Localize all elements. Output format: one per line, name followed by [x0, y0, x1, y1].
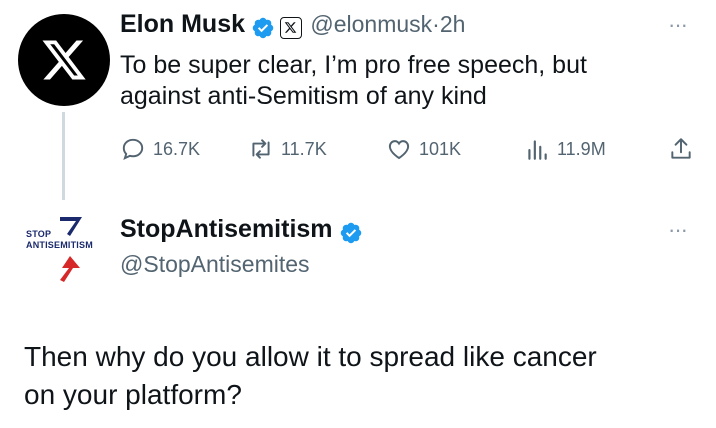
tweet-text-line: against anti-Semitism of any kind — [120, 82, 487, 110]
author-name[interactable]: Elon Musk — [120, 10, 245, 38]
author-name[interactable]: StopAntisemitism — [120, 215, 333, 243]
reply-text: Then why do you allow it to spread like … — [24, 338, 704, 414]
logo-text-antisemitism: ANTISEMITISM — [26, 240, 93, 250]
thread-connector-line — [62, 112, 65, 200]
author-handle[interactable]: @StopAntisemites — [120, 251, 310, 278]
repost-button[interactable]: 11.7K — [248, 136, 327, 162]
repost-count: 11.7K — [281, 138, 327, 159]
timestamp[interactable]: 2h — [440, 11, 466, 37]
antisemitism-arrow-logo-icon — [60, 256, 80, 282]
reply-text-line: on your platform? — [24, 379, 242, 410]
tweet-actions: 16.7K 11.7K 101K 11.9M — [120, 136, 700, 166]
verified-badge-icon — [340, 222, 362, 244]
views-icon — [528, 140, 547, 160]
repost-icon — [252, 139, 270, 159]
x-logo-icon — [42, 40, 86, 80]
reply-text-line: Then why do you allow it to spread like … — [24, 341, 597, 372]
separator-dot: · — [432, 11, 440, 37]
views-count: 11.9M — [557, 138, 606, 159]
avatar-elon-musk[interactable] — [18, 14, 110, 106]
tweet-header: Elon Musk @elonmusk·2h — [120, 10, 465, 40]
like-button[interactable]: 101K — [386, 136, 461, 162]
stop-arrow-logo-icon — [60, 217, 82, 236]
reply-header: StopAntisemitism — [120, 215, 363, 245]
avatar-stopantisemitism[interactable]: STOP ANTISEMITISM — [20, 210, 106, 290]
reply-count: 16.7K — [153, 138, 201, 159]
reply-button[interactable]: 16.7K — [120, 136, 200, 162]
views-button[interactable]: 11.9M — [524, 136, 606, 162]
share-icon — [671, 138, 691, 159]
verified-badge-icon — [253, 17, 274, 39]
tweet-text: To be super clear, I’m pro free speech, … — [120, 50, 587, 112]
like-icon — [388, 140, 410, 160]
more-icon[interactable]: ··· — [668, 12, 688, 38]
more-icon[interactable]: ··· — [668, 217, 688, 243]
tweet-text-line: To be super clear, I’m pro free speech, … — [120, 51, 587, 79]
like-count: 101K — [419, 138, 462, 159]
reply-icon — [122, 138, 144, 161]
author-handle[interactable]: @elonmusk — [310, 11, 432, 37]
x-affiliation-badge-icon — [279, 16, 302, 39]
logo-text-stop: STOP — [26, 229, 52, 239]
share-button[interactable] — [668, 136, 694, 162]
